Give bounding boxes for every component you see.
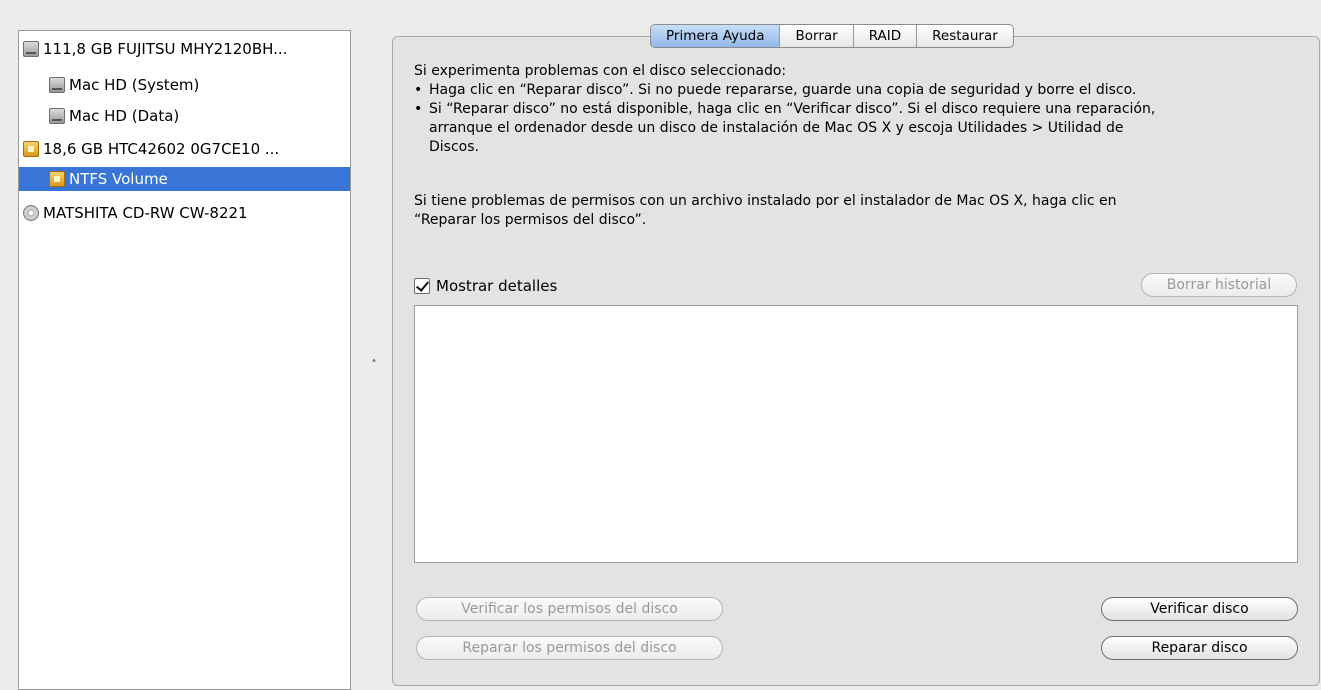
tab-raid[interactable]: RAID	[852, 25, 916, 47]
sidebar-item-label: MATSHITA CD-RW CW-8221	[43, 204, 248, 222]
show-details-label: Mostrar detalles	[436, 277, 558, 295]
hard-disk-icon	[49, 108, 65, 124]
hard-disk-icon	[23, 41, 39, 57]
bullet-dot: •	[414, 101, 423, 117]
sidebar-item-cd-drive[interactable]: MATSHITA CD-RW CW-8221	[19, 201, 350, 225]
bullet-dot: •	[414, 82, 423, 98]
repair-disk-button[interactable]: Reparar disco	[1101, 636, 1298, 660]
repair-permissions-button[interactable]: Reparar los permisos del disco	[416, 636, 723, 660]
bullet-text: Discos.	[429, 139, 479, 155]
hard-disk-icon	[49, 77, 65, 93]
verify-permissions-button[interactable]: Verificar los permisos del disco	[416, 597, 723, 621]
show-details-checkbox[interactable]: Mostrar detalles	[414, 275, 557, 297]
sidebar-item-fujitsu-disk[interactable]: 111,8 GB FUJITSU MHY2120BH...	[19, 37, 350, 61]
splitter-handle[interactable]: •	[371, 356, 377, 367]
sidebar-item-ntfs-volume[interactable]: NTFS Volume	[19, 167, 350, 191]
clear-history-button[interactable]: Borrar historial	[1141, 273, 1297, 297]
external-disk-icon	[23, 141, 39, 157]
details-log-area[interactable]	[414, 305, 1298, 563]
sidebar-item-label: Mac HD (Data)	[69, 107, 180, 125]
sidebar-item-mac-hd-system[interactable]: Mac HD (System)	[19, 73, 350, 97]
permissions-text: Si tiene problemas de permisos con un ar…	[414, 193, 1117, 209]
bullet-text: Si “Reparar disco” no está disponible, h…	[429, 101, 1156, 117]
tab-bar: Primera Ayuda Borrar RAID Restaurar	[650, 24, 1014, 48]
tab-primera-ayuda[interactable]: Primera Ayuda	[651, 25, 780, 47]
verify-disk-button[interactable]: Verificar disco	[1101, 597, 1298, 621]
sidebar-item-label: 111,8 GB FUJITSU MHY2120BH...	[43, 40, 288, 58]
disk-source-list[interactable]: 111,8 GB FUJITSU MHY2120BH... Mac HD (Sy…	[18, 30, 351, 690]
sidebar-item-label: Mac HD (System)	[69, 76, 200, 94]
sidebar-item-htc-disk[interactable]: 18,6 GB HTC42602 0G7CE10 ...	[19, 137, 350, 161]
external-disk-icon	[49, 171, 65, 187]
permissions-text: “Reparar los permisos del disco”.	[414, 212, 647, 228]
sidebar-item-label: NTFS Volume	[69, 170, 168, 188]
sidebar-item-label: 18,6 GB HTC42602 0G7CE10 ...	[43, 140, 280, 158]
cd-drive-icon	[23, 205, 39, 221]
intro-text: Si experimenta problemas con el disco se…	[414, 63, 787, 79]
checkbox-checked-icon[interactable]	[414, 278, 430, 294]
bullet-text: Haga clic en “Reparar disco”. Si no pued…	[429, 82, 1137, 98]
tab-borrar[interactable]: Borrar	[779, 25, 852, 47]
bullet-text: arranque el ordenador desde un disco de …	[429, 120, 1124, 136]
sidebar-item-mac-hd-data[interactable]: Mac HD (Data)	[19, 104, 350, 128]
tab-restaurar[interactable]: Restaurar	[916, 25, 1013, 47]
